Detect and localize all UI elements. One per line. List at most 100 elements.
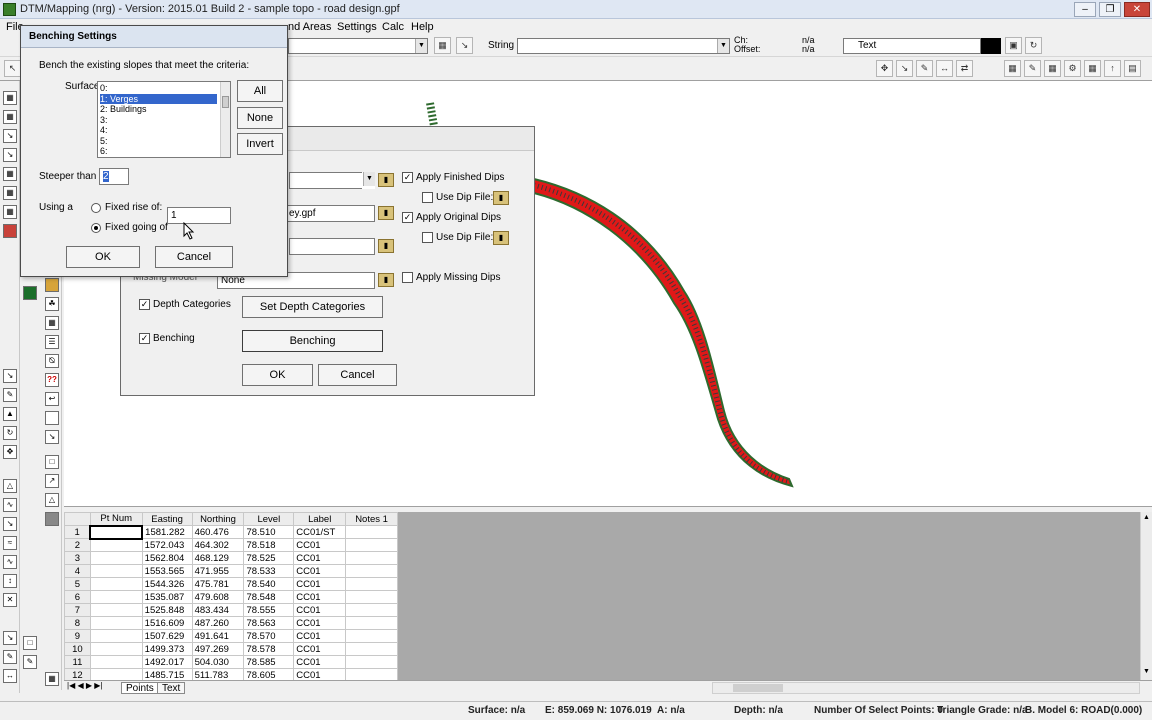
- benching-checkbox[interactable]: ✓: [139, 333, 150, 344]
- surface-item-6[interactable]: 6:: [100, 146, 217, 157]
- rotate-icon[interactable]: ↻: [3, 426, 17, 440]
- table-cell[interactable]: [89, 524, 144, 540]
- depth-categories-checkbox[interactable]: ✓: [139, 299, 150, 310]
- table-cell[interactable]: 1507.629: [141, 629, 193, 643]
- point-tool-icon[interactable]: ↔: [936, 60, 953, 77]
- table-cell[interactable]: 78.533: [243, 564, 295, 578]
- table-cell[interactable]: [89, 616, 143, 630]
- table-cell[interactable]: [89, 668, 143, 680]
- col-northing[interactable]: Northing: [191, 512, 245, 526]
- table-cell[interactable]: 78.510: [243, 525, 295, 539]
- surface-item-1[interactable]: 1: Verges: [100, 93, 217, 104]
- fixed-going-radio[interactable]: [91, 223, 101, 233]
- layers-icon[interactable]: ▦: [1004, 60, 1021, 77]
- table-cell[interactable]: 1516.609: [141, 616, 193, 630]
- all-button[interactable]: All: [237, 80, 283, 102]
- table-cell[interactable]: CC01: [293, 577, 347, 591]
- table-row[interactable]: 7 1525.848 483.434 78.555 CC01: [64, 603, 398, 617]
- leaf-icon[interactable]: ☘: [45, 297, 59, 311]
- brush-icon[interactable]: ✎: [3, 650, 17, 664]
- table-cell[interactable]: CC01: [293, 551, 347, 565]
- tab-nav-icons[interactable]: |◀ ◀ ▶ ▶|: [67, 681, 102, 690]
- close-button[interactable]: ✕: [1124, 2, 1150, 17]
- distance-tool-icon[interactable]: ⇄: [956, 60, 973, 77]
- pointer-icon[interactable]: ↖: [4, 60, 21, 77]
- minimize-button[interactable]: –: [1074, 2, 1096, 17]
- table-row[interactable]: 6 1535.087 479.608 78.548 CC01: [64, 590, 398, 604]
- design-ok-button[interactable]: OK: [242, 364, 313, 386]
- table-cell[interactable]: [89, 538, 143, 552]
- table-cell[interactable]: [345, 616, 398, 630]
- table-cell[interactable]: [345, 668, 398, 680]
- col-notes[interactable]: Notes 1: [345, 512, 398, 526]
- move-icon[interactable]: ✥: [3, 445, 17, 459]
- menu-calc[interactable]: Calc: [382, 21, 404, 33]
- folder-icon[interactable]: ▮: [378, 206, 394, 220]
- measure-icon[interactable]: ↔: [3, 669, 17, 683]
- arrow-down-icon[interactable]: ↘: [3, 369, 17, 383]
- table-cell[interactable]: 1525.848: [141, 603, 193, 617]
- steeper-input[interactable]: 2: [99, 168, 129, 185]
- set-depth-categories-button[interactable]: Set Depth Categories: [242, 296, 383, 318]
- table-cell[interactable]: 1572.043: [141, 538, 193, 552]
- font-icon[interactable]: ▣: [1005, 37, 1022, 54]
- col-pt-num[interactable]: Pt Num: [89, 512, 143, 526]
- layer-combo[interactable]: ▼: [288, 38, 428, 54]
- tool-c-icon[interactable]: [45, 512, 59, 526]
- table-cell[interactable]: CC01: [293, 616, 347, 630]
- table-cell[interactable]: [345, 629, 398, 643]
- grid-tool-icon[interactable]: ▦: [45, 672, 59, 686]
- table-cell[interactable]: 464.302: [191, 538, 245, 552]
- table-cell[interactable]: [345, 551, 398, 565]
- table-cell[interactable]: [345, 603, 398, 617]
- table-cell[interactable]: 483.434: [191, 603, 245, 617]
- table-cell[interactable]: 460.476: [191, 525, 245, 539]
- tool-3-icon[interactable]: ↘: [3, 129, 17, 143]
- table-row[interactable]: 3 1562.804 468.129 78.525 CC01: [64, 551, 398, 565]
- table-row[interactable]: 5 1544.326 475.781 78.540 CC01: [64, 577, 398, 591]
- surface-item-0[interactable]: 0:: [100, 83, 217, 94]
- menu-settings[interactable]: Settings: [337, 21, 377, 33]
- pen-icon[interactable]: ✎: [3, 388, 17, 402]
- tool-4-icon[interactable]: ↘: [3, 148, 17, 162]
- line-icon[interactable]: ↘: [3, 517, 17, 531]
- curve-icon[interactable]: ∿: [3, 498, 17, 512]
- table-row[interactable]: 9 1507.629 491.641 78.570 CC01: [64, 629, 398, 643]
- bench-ok-button[interactable]: OK: [66, 246, 140, 268]
- tab-points[interactable]: Points: [121, 682, 159, 694]
- table-cell[interactable]: 1499.373: [141, 642, 193, 656]
- invert-button[interactable]: Invert: [237, 133, 283, 155]
- text-combo[interactable]: Text: [843, 38, 981, 54]
- offset-icon[interactable]: ↕: [3, 574, 17, 588]
- table-cell[interactable]: [345, 564, 398, 578]
- diagonal-icon[interactable]: ⦰: [45, 354, 59, 368]
- grid-vertical-scrollbar[interactable]: ▲ ▼: [1140, 512, 1152, 680]
- table-row[interactable]: 10 1499.373 497.269 78.578 CC01: [64, 642, 398, 656]
- table-cell[interactable]: [345, 655, 398, 669]
- apply-missing-dips-checkbox[interactable]: [402, 272, 413, 283]
- fixed-rise-radio[interactable]: [91, 203, 101, 213]
- table-cell[interactable]: 78.518: [243, 538, 295, 552]
- table-cell[interactable]: 78.578: [243, 642, 295, 656]
- col-level[interactable]: Level: [243, 512, 295, 526]
- table-cell[interactable]: 475.781: [191, 577, 245, 591]
- cross-icon[interactable]: ✕: [3, 593, 17, 607]
- bench-cancel-button[interactable]: Cancel: [155, 246, 233, 268]
- bracket-icon[interactable]: □: [45, 455, 59, 469]
- table-cell[interactable]: 78.605: [243, 668, 295, 680]
- design-cancel-button[interactable]: Cancel: [318, 364, 397, 386]
- table-cell[interactable]: CC01: [293, 590, 347, 604]
- table-cell[interactable]: 479.608: [191, 590, 245, 604]
- grid-icon[interactable]: ▦: [1084, 60, 1101, 77]
- surface-scroll-thumb[interactable]: [222, 96, 229, 108]
- table-icon[interactable]: ▦: [45, 316, 59, 330]
- table-cell[interactable]: CC01: [293, 538, 347, 552]
- design-combo-1[interactable]: ▼: [289, 172, 375, 189]
- table-cell[interactable]: [89, 642, 143, 656]
- table-cell[interactable]: 1492.017: [141, 655, 193, 669]
- list-icon[interactable]: ☰: [45, 335, 59, 349]
- table-cell[interactable]: 491.641: [191, 629, 245, 643]
- col-easting[interactable]: Easting: [141, 512, 193, 526]
- arrow-icon[interactable]: ↘: [456, 37, 473, 54]
- surface-item-4[interactable]: 4:: [100, 125, 217, 136]
